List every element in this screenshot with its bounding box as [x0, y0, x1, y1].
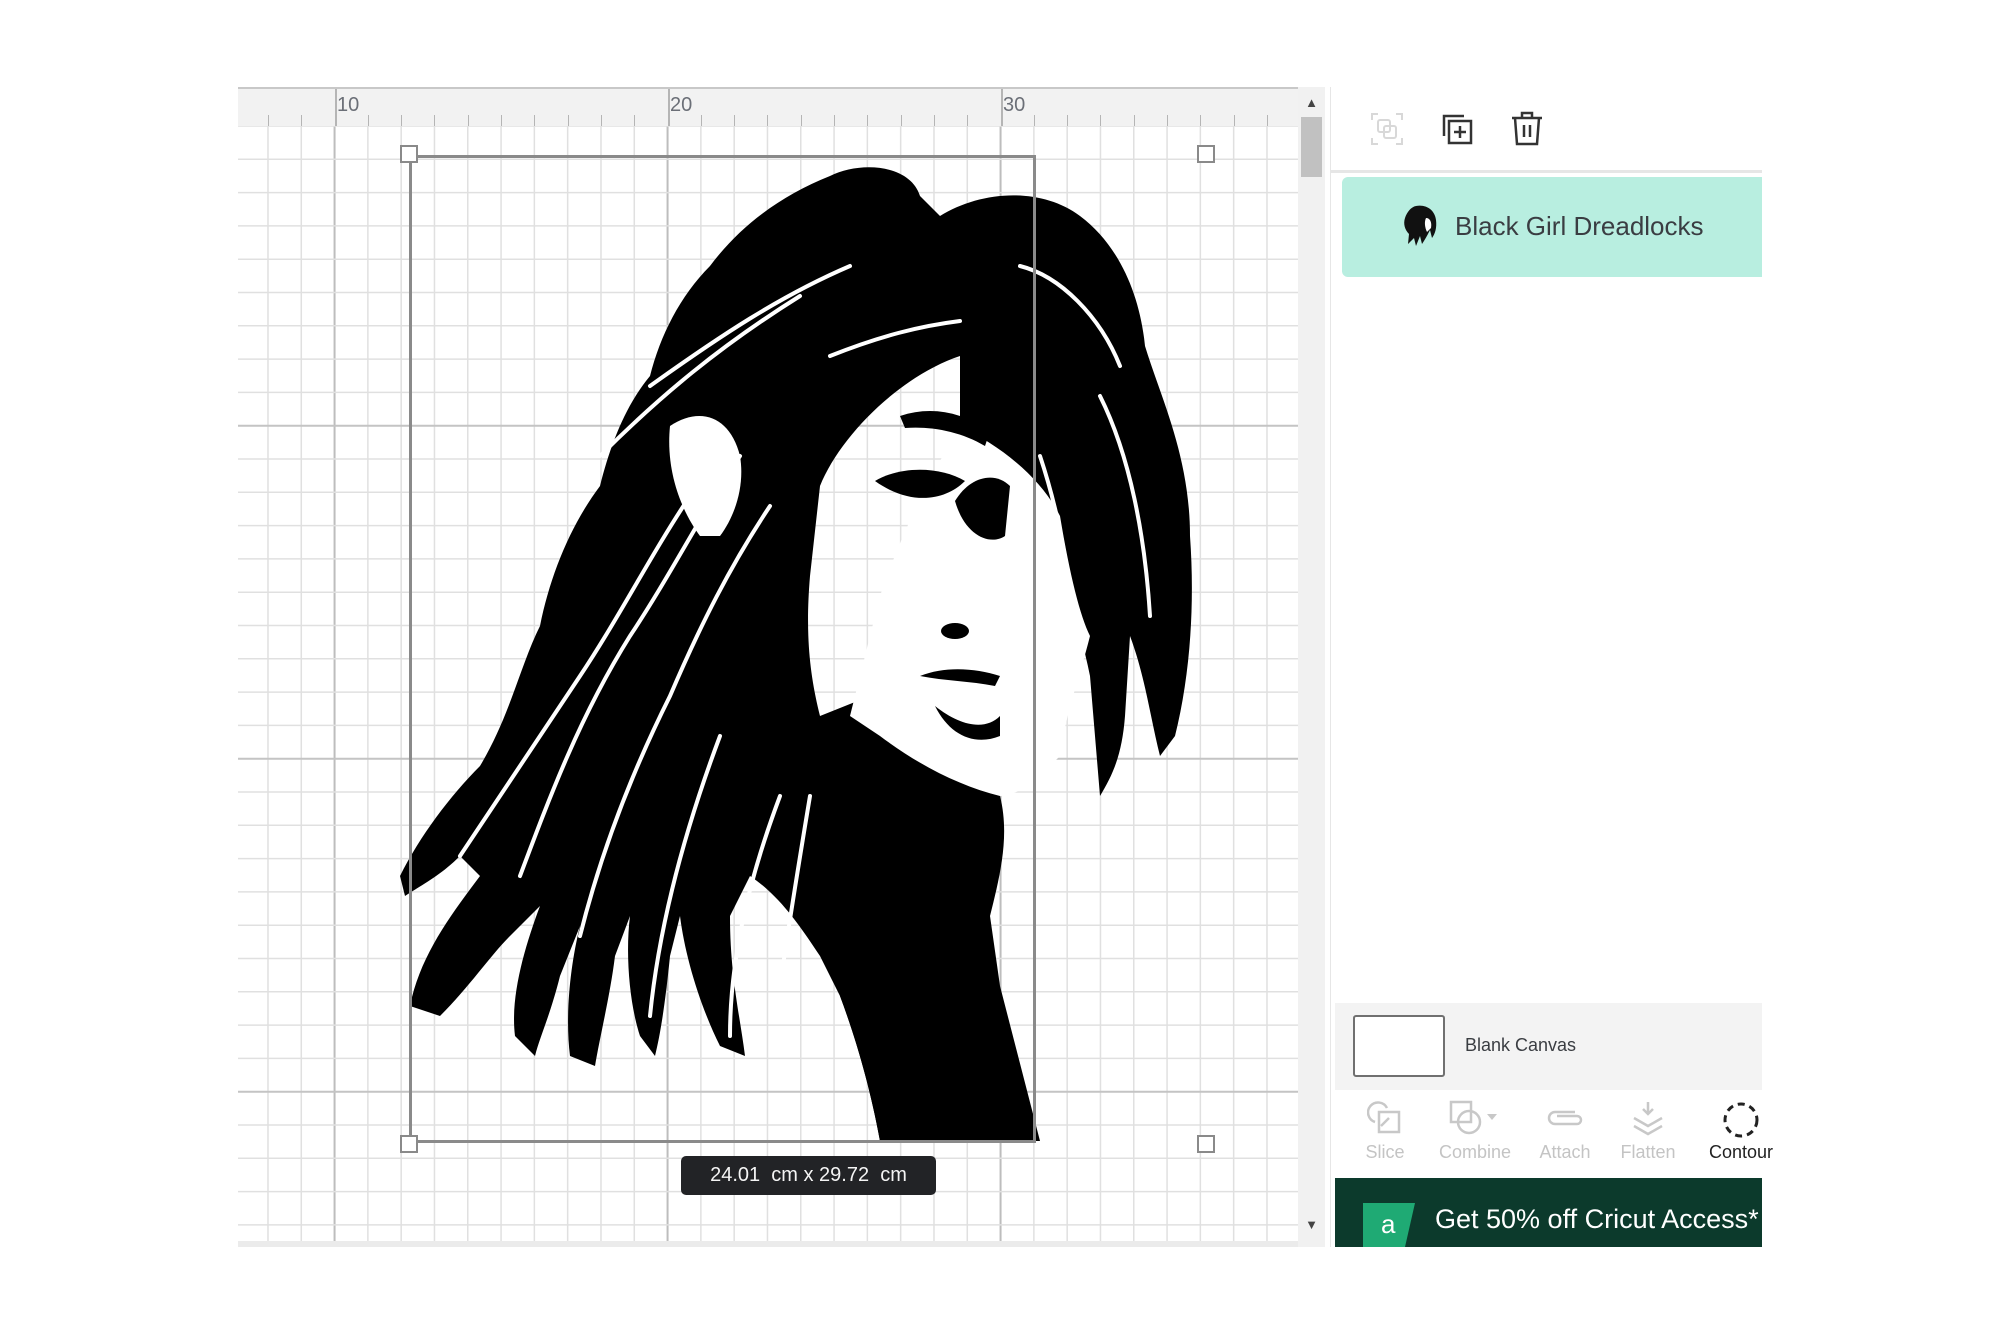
layers-panel: Black Girl Dreadlocks Blank Canvas Slice — [1330, 87, 1773, 1247]
resize-handle-top-left[interactable] — [400, 145, 418, 163]
panel-divider — [1331, 170, 1762, 173]
ruler-tick — [667, 89, 670, 126]
scroll-down-arrow-icon[interactable]: ▼ — [1298, 1215, 1325, 1235]
ruler-label: 10 — [337, 94, 360, 116]
ruler-tick — [501, 115, 503, 126]
ruler-tick — [267, 115, 269, 126]
ruler-tick — [1233, 115, 1235, 126]
duplicate-button[interactable] — [1437, 109, 1477, 149]
ruler-tick — [1100, 115, 1102, 126]
canvas-vertical-scrollbar[interactable]: ▲ ▼ — [1298, 87, 1325, 1247]
flatten-label: Flatten — [1620, 1142, 1676, 1162]
ruler-tick — [1200, 115, 1202, 126]
ruler-tick — [834, 115, 836, 126]
badge-letter: a — [1381, 1209, 1396, 1239]
ruler-tick — [367, 115, 369, 126]
ruler-tick — [1266, 115, 1268, 126]
canvas-swatch[interactable] — [1353, 1015, 1445, 1077]
selection-bounding-box — [409, 155, 1036, 1143]
group-icon — [1371, 113, 1403, 145]
flatten-icon — [1633, 1102, 1663, 1136]
ruler-tick — [467, 115, 469, 126]
combine-dropdown-icon — [1487, 1114, 1497, 1120]
cricut-access-badge-icon: a — [1363, 1203, 1415, 1247]
ruler-tick — [867, 115, 869, 126]
ruler-tick — [334, 89, 337, 126]
ruler-tick — [434, 115, 436, 126]
ruler-tick — [967, 115, 969, 126]
slice-button[interactable]: Slice — [1345, 1090, 1425, 1163]
ruler-label: 30 — [1003, 94, 1026, 116]
contour-icon — [1723, 1102, 1759, 1138]
resize-handle-bottom-left[interactable] — [400, 1135, 418, 1153]
ruler-tick — [634, 115, 636, 126]
ruler-tick — [534, 115, 536, 126]
delete-button[interactable] — [1507, 109, 1547, 149]
resize-handle-bottom-right[interactable] — [1197, 1135, 1215, 1153]
slice-icon — [1367, 1101, 1401, 1134]
layer-operations-toolbar: Slice Combine Attach Flatten Contour — [1335, 1090, 1773, 1163]
ruler-tick — [567, 115, 569, 126]
slice-label: Slice — [1365, 1142, 1405, 1162]
trash-icon — [1512, 111, 1542, 146]
ruler-tick — [900, 115, 902, 126]
layer-name: Black Girl Dreadlocks — [1455, 211, 1704, 241]
promo-text: Get 50% off Cricut Access* — [1435, 1204, 1759, 1234]
resize-handle-top-right[interactable] — [1197, 145, 1215, 163]
combine-button[interactable]: Combine — [1427, 1090, 1523, 1163]
attach-button[interactable]: Attach — [1525, 1090, 1605, 1163]
design-canvas[interactable]: 10 20 30 — [238, 87, 1298, 1247]
scrollbar-thumb[interactable] — [1301, 117, 1322, 177]
canvas-bottom-edge — [238, 1241, 1298, 1247]
ruler-tick — [1133, 115, 1135, 126]
ruler-tick — [600, 115, 602, 126]
ruler-tick — [933, 115, 935, 126]
ruler-tick — [1167, 115, 1169, 126]
attach-icon — [1547, 1110, 1583, 1126]
ruler-tick — [800, 115, 802, 126]
ruler-tick — [1033, 115, 1035, 126]
attach-label: Attach — [1539, 1142, 1591, 1162]
ruler-tick — [1000, 89, 1003, 126]
object-size-label: 24.01 cm x 29.72 cm — [681, 1156, 936, 1195]
ruler-label: 20 — [670, 94, 693, 116]
horizontal-ruler: 10 20 30 — [238, 87, 1298, 126]
canvas-background-row[interactable]: Blank Canvas — [1335, 1003, 1762, 1090]
ruler-tick — [1067, 115, 1069, 126]
layer-thumbnail-icon — [1404, 205, 1437, 246]
layer-item[interactable]: Black Girl Dreadlocks — [1342, 177, 1762, 277]
ruler-tick — [401, 115, 403, 126]
duplicate-icon — [1442, 114, 1473, 145]
ruler-tick — [700, 115, 702, 126]
ruler-tick — [767, 115, 769, 126]
combine-label: Combine — [1438, 1142, 1512, 1162]
combine-icon — [1449, 1100, 1497, 1135]
contour-button[interactable]: Contour — [1701, 1090, 1781, 1163]
flatten-button[interactable]: Flatten — [1608, 1090, 1688, 1163]
scroll-up-arrow-icon[interactable]: ▲ — [1298, 93, 1325, 113]
ruler-tick — [301, 115, 303, 126]
cricut-access-promo-banner[interactable]: a Get 50% off Cricut Access* — [1335, 1178, 1762, 1247]
contour-label: Contour — [1708, 1142, 1774, 1162]
group-button[interactable] — [1367, 109, 1407, 149]
canvas-background-label: Blank Canvas — [1465, 1035, 1577, 1055]
ruler-tick — [734, 115, 736, 126]
